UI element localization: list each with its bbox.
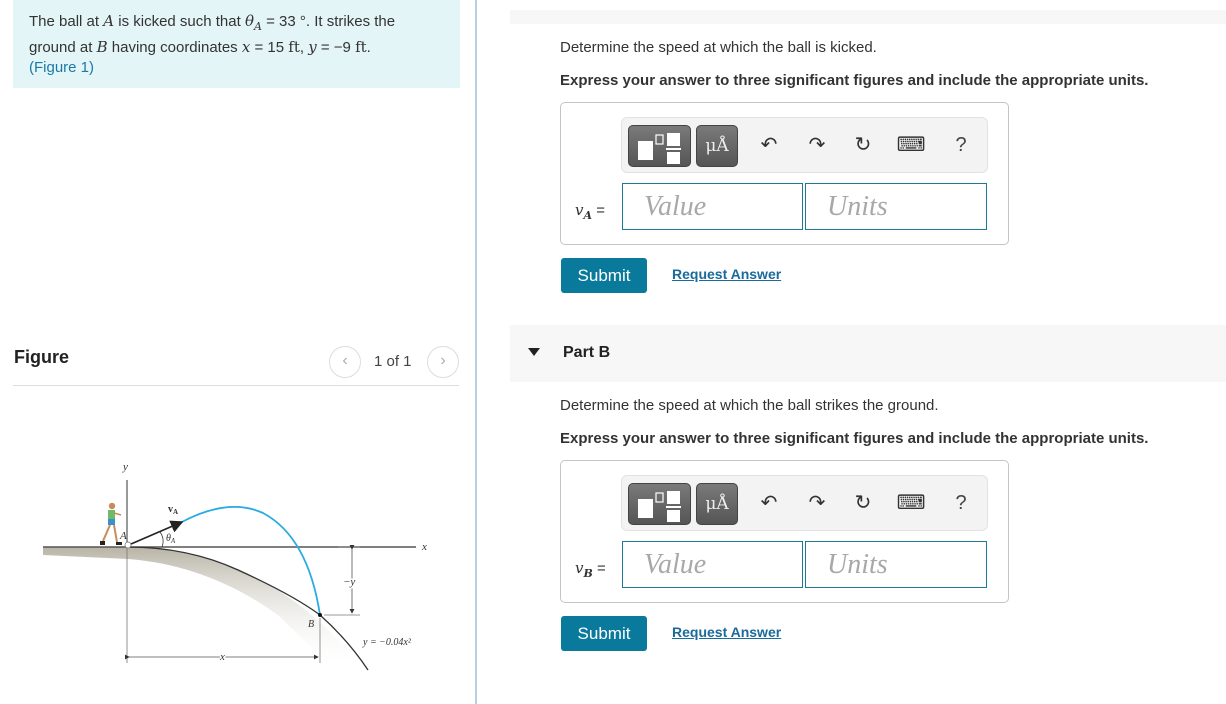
figure-title: Figure [14,347,70,367]
intro-text: . [366,39,371,56]
unit-ft: ft [288,38,300,56]
part-a-units-input[interactable]: Units [805,183,987,230]
part-b-math-toolbar: μÅ ↶ ↷ ↻ ⌨ ? [621,475,988,531]
panel-divider[interactable] [475,0,477,704]
redo-button[interactable]: ↷ [802,488,832,518]
y-symbol: y [308,38,317,56]
reset-icon: ↻ [854,492,872,514]
variable-subscript: B [583,567,593,580]
part-b-units-input[interactable]: Units [805,541,987,588]
part-b-variable-label: vB = [575,559,606,580]
part-a-request-answer-link[interactable]: Request Answer [672,266,781,282]
help-button[interactable]: ? [946,130,976,160]
curve-equation-label: y = −0.04x² [362,637,412,648]
redo-icon: ↷ [808,134,826,156]
point-a-label: A [119,530,127,542]
intro-text: is kicked such that [114,13,245,30]
part-b-title: Part B [563,344,611,361]
point-b-symbol: B [96,38,108,56]
keyboard-button[interactable]: ⌨ [896,130,926,160]
part-b-prompt: Determine the speed at which the ball st… [560,397,939,414]
part-a-answer-box: μÅ ↶ ↷ ↻ ⌨ ? vA = Value Units [560,102,1009,245]
theta-symbol: θ [244,12,254,30]
point-a-symbol: A [103,12,115,30]
keyboard-icon: ⌨ [896,492,926,514]
equals-sign: = [592,560,606,577]
y-axis-label: y [122,461,128,473]
x-axis-label: x [421,541,427,553]
undo-icon: ↶ [760,492,778,514]
templates-icon [638,133,681,164]
units-icon: μÅ [705,494,729,514]
part-a-instruction: Express your answer to three significant… [560,72,1149,89]
part-b-instruction: Express your answer to three significant… [560,430,1149,447]
part-a-submit-button[interactable]: Submit [561,258,647,293]
reset-icon: ↻ [854,134,872,156]
help-icon: ? [955,134,967,156]
undo-button[interactable]: ↶ [754,488,784,518]
reset-button[interactable]: ↻ [848,488,878,518]
problem-statement: The ball at A is kicked such that θA = 3… [13,0,460,88]
templates-button[interactable] [628,125,691,167]
redo-button[interactable]: ↷ [802,130,832,160]
part-b-value-input[interactable]: Value [622,541,803,588]
projectile-figure: y x A B vA θA −y x y = −0.04x² [43,461,427,671]
angle-arc [159,531,164,548]
templates-button[interactable] [628,483,691,525]
velocity-label: vA [168,504,178,516]
figure-pager-text: 1 of 1 [374,353,412,370]
part-a-prompt: Determine the speed at which the ball is… [560,39,877,56]
units-button[interactable]: μÅ [696,125,738,167]
redo-icon: ↷ [808,492,826,514]
intro-text: = −9 [316,39,356,56]
next-figure-button[interactable]: › [427,346,459,378]
keyboard-icon: ⌨ [896,134,926,156]
theta-subscript: A [254,20,262,33]
intro-text: = 15 [250,39,289,56]
part-a-math-toolbar: μÅ ↶ ↷ ↻ ⌨ ? [621,117,988,173]
previous-figure-button[interactable]: ‹ [329,346,361,378]
ball [124,541,132,549]
point-b-label: B [308,619,314,630]
figure-link[interactable]: (Figure 1) [29,59,94,76]
templates-icon [638,491,681,522]
units-icon: μÅ [705,136,729,156]
part-b-submit-button[interactable]: Submit [561,616,647,651]
part-b-answer-box: μÅ ↶ ↷ ↻ ⌨ ? vB = Value Units [560,460,1009,603]
intro-text: having coordinates [107,39,242,56]
units-button[interactable]: μÅ [696,483,738,525]
reset-button[interactable]: ↻ [848,130,878,160]
collapse-caret-icon[interactable] [528,348,540,356]
variable-subscript: A [583,209,593,222]
chevron-left-icon: ‹ [342,352,348,369]
help-icon: ? [955,492,967,514]
part-b-header[interactable]: Part B [510,325,1226,382]
x-dimension-label: x [219,651,225,663]
undo-button[interactable]: ↶ [754,130,784,160]
intro-text: The ball at [29,13,104,30]
kicker-figure [100,502,122,545]
intro-text: , [299,39,309,56]
neg-y-label: −y [343,576,355,588]
part-b-request-answer-link[interactable]: Request Answer [672,624,781,640]
part-a-value-input[interactable]: Value [622,183,803,230]
chevron-right-icon: › [440,352,446,369]
theta-label: θA [166,533,176,545]
ground-shading [43,547,373,670]
keyboard-button[interactable]: ⌨ [896,488,926,518]
part-a-variable-label: vA = [575,201,605,222]
equals-sign: = [592,202,605,219]
undo-icon: ↶ [760,134,778,156]
part-a-header [510,10,1226,24]
point-b-marker [318,613,322,617]
help-button[interactable]: ? [946,488,976,518]
unit-ft: ft [355,38,367,56]
figure-header: Figure ‹ 1 of 1 › [13,340,459,386]
